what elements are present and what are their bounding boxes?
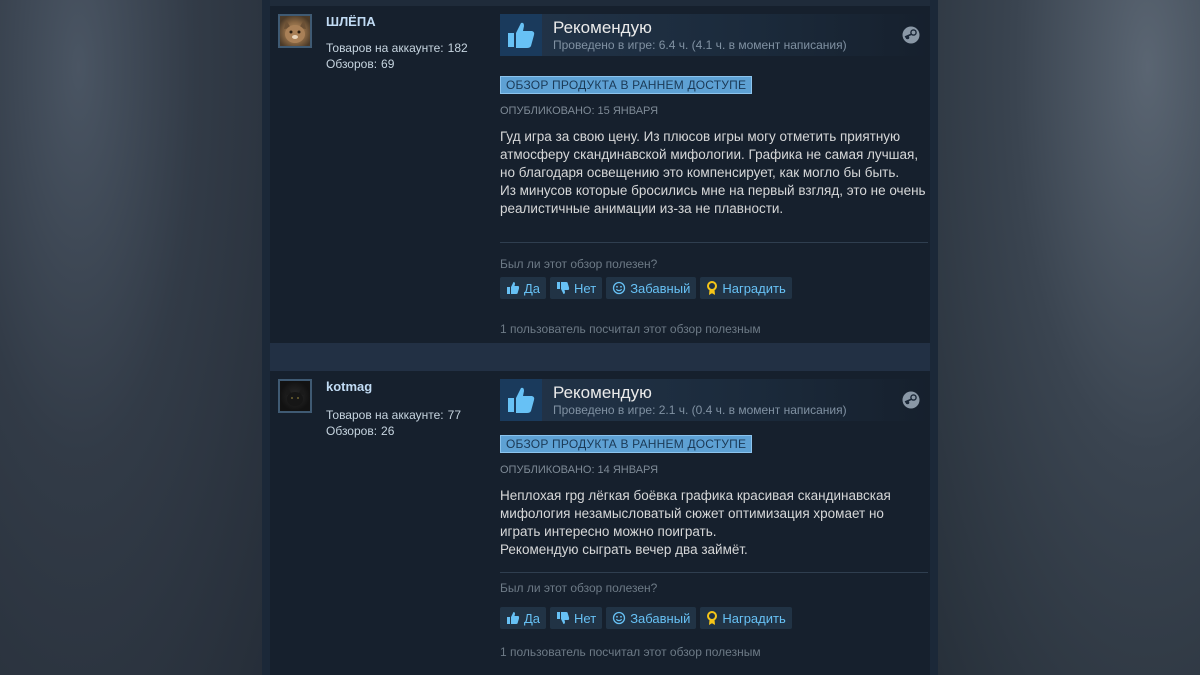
found-helpful-count: 1 пользователь посчитал этот обзор полез… — [500, 645, 761, 659]
verdict-title: Рекомендую — [553, 18, 652, 37]
helpful-question: Был ли этот обзор полезен? — [500, 257, 658, 271]
award-button[interactable]: Наградить — [700, 607, 792, 629]
posted-date: ОПУБЛИКОВАНО: 15 ЯНВАРЯ — [500, 105, 659, 117]
vote-funny-label: Забавный — [630, 610, 691, 626]
found-helpful-count: 1 пользователь посчитал этот обзор полез… — [500, 322, 761, 336]
vote-no-button[interactable]: Нет — [550, 607, 603, 629]
products-count: 77 — [447, 408, 462, 422]
verdict-title: Рекомендую — [553, 383, 652, 402]
avatar[interactable] — [278, 379, 312, 413]
reviews-count: 69 — [381, 57, 395, 71]
vote-funny-button[interactable]: Забавный — [606, 607, 697, 629]
avatar[interactable] — [278, 14, 312, 48]
black-cat-avatar-image — [286, 388, 304, 406]
steam-icon — [902, 391, 920, 409]
thumbs-down-icon — [556, 281, 570, 295]
thumbs-down-icon — [556, 611, 570, 625]
vote-yes-button[interactable]: Да — [500, 607, 547, 629]
award-icon — [706, 610, 718, 626]
username[interactable]: ШЛЁПА — [326, 14, 376, 29]
smiley-icon — [612, 611, 626, 625]
vote-yes-label: Да — [524, 610, 541, 626]
vote-buttons: Да Нет Забавный Наградить — [500, 277, 792, 299]
thumbs-up-icon — [506, 281, 520, 295]
vote-no-label: Нет — [574, 280, 597, 296]
reviews-label: Обзоров: — [326, 57, 378, 71]
divider — [500, 242, 928, 243]
reviews-label: Обзоров: — [326, 424, 378, 438]
thumbs-up-icon — [508, 22, 535, 48]
products-label: Товаров на аккаунте: — [326, 41, 444, 55]
review-card: ШЛЁПА Товаров на аккаунте: 182 Обзоров: 69… — [270, 0, 930, 343]
review-text: Гуд игра за свою цену. Из плюсов игры мо… — [500, 129, 926, 216]
helpful-question: Был ли этот обзор полезен? — [500, 581, 658, 595]
playtime: Проведено в игре: 2.1 ч. (0.4 ч. в момен… — [553, 403, 847, 417]
vote-no-button[interactable]: Нет — [550, 277, 603, 299]
vote-funny-label: Забавный — [630, 280, 691, 296]
vote-yes-button[interactable]: Да — [500, 277, 547, 299]
award-icon — [706, 280, 718, 296]
review-card: kotmag Товаров на аккаунте: 77 Обзоров: 26… — [270, 371, 930, 675]
products-count-line[interactable]: Товаров на аккаунте: 182 — [326, 41, 468, 55]
thumbs-up-icon — [506, 611, 520, 625]
cat-avatar-image — [284, 20, 306, 43]
review-text: Неплохая rpg лёгкая боёвка графика краси… — [500, 488, 891, 557]
vote-yes-label: Да — [524, 280, 541, 296]
blurred-background-left — [0, 0, 262, 675]
divider — [500, 572, 928, 573]
early-access-badge: ОБЗОР ПРОДУКТА В РАННЕМ ДОСТУПЕ — [500, 435, 753, 453]
reviews-count: 26 — [381, 424, 395, 438]
reviews-count-line[interactable]: Обзоров: 26 — [326, 424, 394, 438]
thumbs-up-icon — [508, 387, 535, 413]
posted-date: ОПУБЛИКОВАНО: 14 ЯНВАРЯ — [500, 464, 659, 476]
reviews-count-line[interactable]: Обзоров: 69 — [326, 57, 394, 71]
products-label: Товаров на аккаунте: — [326, 408, 444, 422]
products-count: 182 — [447, 41, 468, 55]
review-separator — [270, 343, 930, 371]
early-access-badge: ОБЗОР ПРОДУКТА В РАННЕМ ДОСТУПЕ — [500, 76, 753, 94]
award-label: Наградить — [722, 610, 786, 626]
recommended-thumb — [500, 14, 542, 56]
smiley-icon — [612, 281, 626, 295]
recommended-thumb — [500, 379, 542, 421]
vote-funny-button[interactable]: Забавный — [606, 277, 697, 299]
products-count-line[interactable]: Товаров на аккаунте: 77 — [326, 408, 461, 422]
steam-icon — [902, 26, 920, 44]
vote-header[interactable]: Рекомендую Проведено в игре: 6.4 ч. (4.1… — [500, 14, 928, 56]
vote-no-label: Нет — [574, 610, 597, 626]
vote-header[interactable]: Рекомендую Проведено в игре: 2.1 ч. (0.4… — [500, 379, 928, 421]
blurred-background-right — [938, 0, 1200, 675]
vote-buttons: Да Нет Забавный Наградить — [500, 607, 792, 629]
award-button[interactable]: Наградить — [700, 277, 792, 299]
playtime: Проведено в игре: 6.4 ч. (4.1 ч. в момен… — [553, 38, 847, 52]
username[interactable]: kotmag — [326, 379, 372, 394]
award-label: Наградить — [722, 280, 786, 296]
